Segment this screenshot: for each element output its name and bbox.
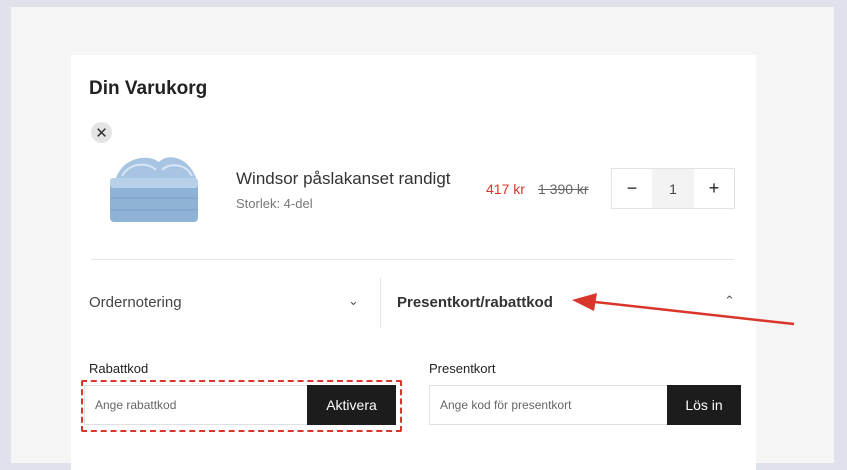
chevron-up-icon[interactable]: ⌃: [724, 293, 735, 309]
quantity-stepper: − 1 +: [611, 168, 735, 209]
quantity-value[interactable]: 1: [652, 169, 694, 208]
chevron-down-icon[interactable]: ⌄: [348, 293, 359, 309]
accordion-divider: [380, 278, 381, 328]
remove-item-button[interactable]: ✕: [91, 122, 112, 143]
annotation-highlight: [81, 380, 402, 432]
sale-price: 417 kr: [486, 181, 525, 197]
decrement-button[interactable]: −: [612, 169, 652, 208]
product-variant: Storlek: 4-del: [236, 196, 313, 211]
giftcard-input[interactable]: [429, 385, 667, 425]
discount-label: Rabattkod: [89, 361, 149, 376]
giftcard-label: Presentkort: [429, 361, 496, 376]
close-icon: ✕: [95, 124, 108, 142]
giftcard-field: Lös in: [429, 385, 741, 425]
redeem-button[interactable]: Lös in: [667, 385, 741, 425]
gift-discount-accordion[interactable]: Presentkort/rabattkod: [397, 294, 553, 311]
cart-title: Din Varukorg: [89, 78, 208, 99]
product-name[interactable]: Windsor påslakanset randigt: [236, 169, 451, 189]
divider: [91, 259, 734, 260]
original-price: 1 390 kr: [538, 181, 589, 197]
increment-button[interactable]: +: [694, 169, 734, 208]
product-image: [110, 157, 198, 222]
order-note-accordion[interactable]: Ordernotering: [89, 294, 182, 311]
